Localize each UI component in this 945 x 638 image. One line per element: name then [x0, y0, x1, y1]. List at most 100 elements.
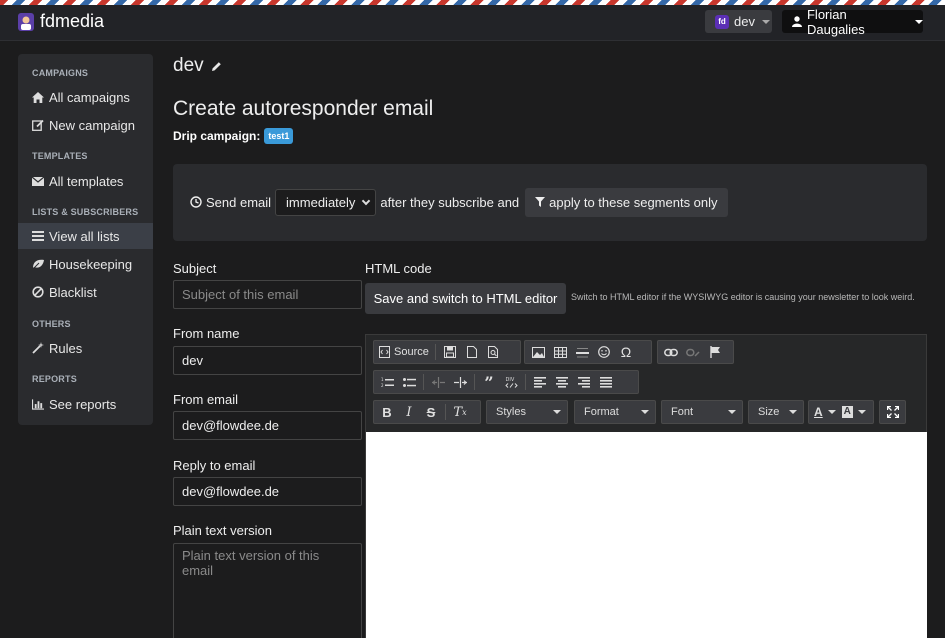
justify-icon — [600, 376, 612, 388]
sidebar-heading-lists: LISTS & SUBSCRIBERS — [32, 207, 139, 217]
envelope-icon — [32, 175, 44, 187]
maximize-button[interactable] — [885, 403, 901, 421]
pencil-icon[interactable] — [211, 61, 222, 72]
brand[interactable]: fdmedia — [18, 11, 104, 32]
smiley-icon — [598, 346, 610, 358]
sidebar-item-view-all-lists[interactable]: View all lists — [18, 223, 153, 249]
switch-html-editor-button[interactable]: Save and switch to HTML editor — [365, 283, 566, 314]
align-center-icon — [556, 376, 568, 388]
ban-icon — [32, 286, 44, 298]
bullet-list-button[interactable] — [399, 373, 419, 391]
background-color-icon: A — [841, 406, 853, 418]
outdent-button[interactable] — [428, 373, 448, 391]
preview-icon — [488, 346, 499, 358]
wand-icon — [32, 342, 44, 354]
edit-icon — [32, 119, 44, 131]
font-combo-label: Font — [671, 406, 694, 418]
segments-button[interactable]: apply to these segments only — [525, 187, 728, 217]
source-icon — [379, 346, 390, 358]
from-email-input[interactable]: dev@flowdee.de — [173, 411, 362, 440]
html-editor-hint: Switch to HTML editor if the WYSIWYG edi… — [571, 292, 915, 302]
reply-to-label: Reply to email — [173, 458, 256, 473]
div-container-button[interactable]: DIV — [501, 373, 521, 391]
user-dropdown[interactable]: Florian Daugalies — [782, 7, 923, 37]
format-combo-label: Format — [584, 406, 619, 418]
format-combo[interactable]: Format — [574, 400, 656, 424]
sidebar-item-rules[interactable]: Rules — [18, 335, 153, 361]
sidebar-item-blacklist[interactable]: Blacklist — [18, 279, 153, 305]
special-char-icon[interactable]: Ω — [616, 343, 636, 361]
editor-content-area[interactable] — [366, 432, 927, 638]
toolbar-maximize-group — [879, 400, 906, 424]
save-button[interactable] — [440, 343, 460, 361]
sidebar-item-housekeeping[interactable]: Housekeeping — [18, 251, 153, 277]
remove-format-icon[interactable]: Tx — [450, 403, 470, 421]
svg-text:2: 2 — [381, 383, 384, 388]
smiley-button[interactable] — [594, 343, 614, 361]
align-center-button[interactable] — [552, 373, 572, 391]
drip-campaign-badge[interactable]: test1 — [264, 128, 294, 144]
link-button[interactable] — [661, 343, 681, 361]
home-icon — [32, 91, 44, 103]
toolbar-separator — [445, 404, 446, 420]
reply-to-input[interactable]: dev@flowdee.de — [173, 477, 362, 506]
toolbar-separator — [423, 374, 424, 390]
segments-label: apply to these segments only — [549, 194, 718, 210]
background-color-button[interactable]: A — [840, 403, 868, 421]
sidebar-item-label: New campaign — [49, 117, 135, 133]
font-combo[interactable]: Font — [661, 400, 743, 424]
table-button[interactable] — [550, 343, 570, 361]
justify-button[interactable] — [596, 373, 616, 391]
size-combo[interactable]: Size — [748, 400, 804, 424]
page-heading: Create autoresponder email — [173, 97, 434, 120]
plain-text-textarea[interactable]: Plain text version of this email — [173, 543, 362, 638]
sidebar-item-see-reports[interactable]: See reports — [18, 391, 153, 417]
page-title: dev — [173, 55, 222, 77]
indent-button[interactable] — [450, 373, 470, 391]
anchor-button[interactable] — [705, 343, 725, 361]
caret-down-icon — [827, 410, 836, 414]
image-icon — [531, 346, 545, 358]
from-name-input[interactable]: dev — [173, 346, 362, 375]
image-button[interactable] — [528, 343, 548, 361]
timing-value: immediately — [286, 194, 356, 210]
numbered-list-button[interactable]: 12 — [377, 373, 397, 391]
preview-button[interactable] — [484, 343, 504, 361]
timing-select[interactable]: immediately — [275, 188, 377, 216]
app-name: dev — [173, 55, 204, 76]
italic-icon[interactable]: I — [399, 403, 419, 421]
workspace-dropdown[interactable]: fd dev — [705, 10, 772, 33]
after-label: after they subscribe and — [380, 194, 520, 210]
new-page-button[interactable] — [462, 343, 482, 361]
text-color-button[interactable]: A — [812, 403, 838, 421]
caret-down-icon — [641, 410, 649, 414]
bold-icon[interactable]: B — [377, 403, 397, 421]
source-button[interactable]: Source — [377, 343, 431, 361]
toolbar-separator — [434, 344, 436, 360]
div-icon: DIV — [504, 377, 518, 388]
list-icon — [32, 230, 44, 242]
drip-campaign-info: Drip campaign: test1 — [173, 128, 294, 144]
subject-input[interactable]: Subject of this email — [173, 280, 362, 309]
toolbar-colors-group: A A — [808, 400, 874, 424]
schedule-panel: Send email immediately after they subscr… — [173, 164, 927, 241]
styles-combo[interactable]: Styles — [486, 400, 568, 424]
strikethrough-icon[interactable]: S — [421, 403, 441, 421]
unlink-button[interactable] — [683, 343, 703, 361]
sidebar-item-label: Rules — [49, 340, 83, 356]
send-row: Send email immediately after they subscr… — [190, 187, 728, 217]
horizontal-line-button[interactable] — [572, 343, 592, 361]
toolbar-document-group: Source — [373, 340, 521, 364]
align-right-button[interactable] — [574, 373, 594, 391]
sidebar-item-label: See reports — [49, 396, 117, 412]
sidebar-item-label: View all lists — [49, 228, 120, 244]
workspace-name: dev — [734, 14, 755, 29]
sidebar-item-all-templates[interactable]: All templates — [18, 168, 153, 194]
caret-down-icon — [761, 19, 770, 24]
sidebar-item-new-campaign[interactable]: New campaign — [18, 112, 153, 138]
blockquote-icon[interactable]: ” — [479, 373, 499, 392]
chevron-down-icon — [362, 196, 371, 205]
sidebar-item-all-campaigns[interactable]: All campaigns — [18, 84, 153, 110]
align-left-button[interactable] — [530, 373, 550, 391]
svg-text:DIV: DIV — [505, 377, 514, 383]
